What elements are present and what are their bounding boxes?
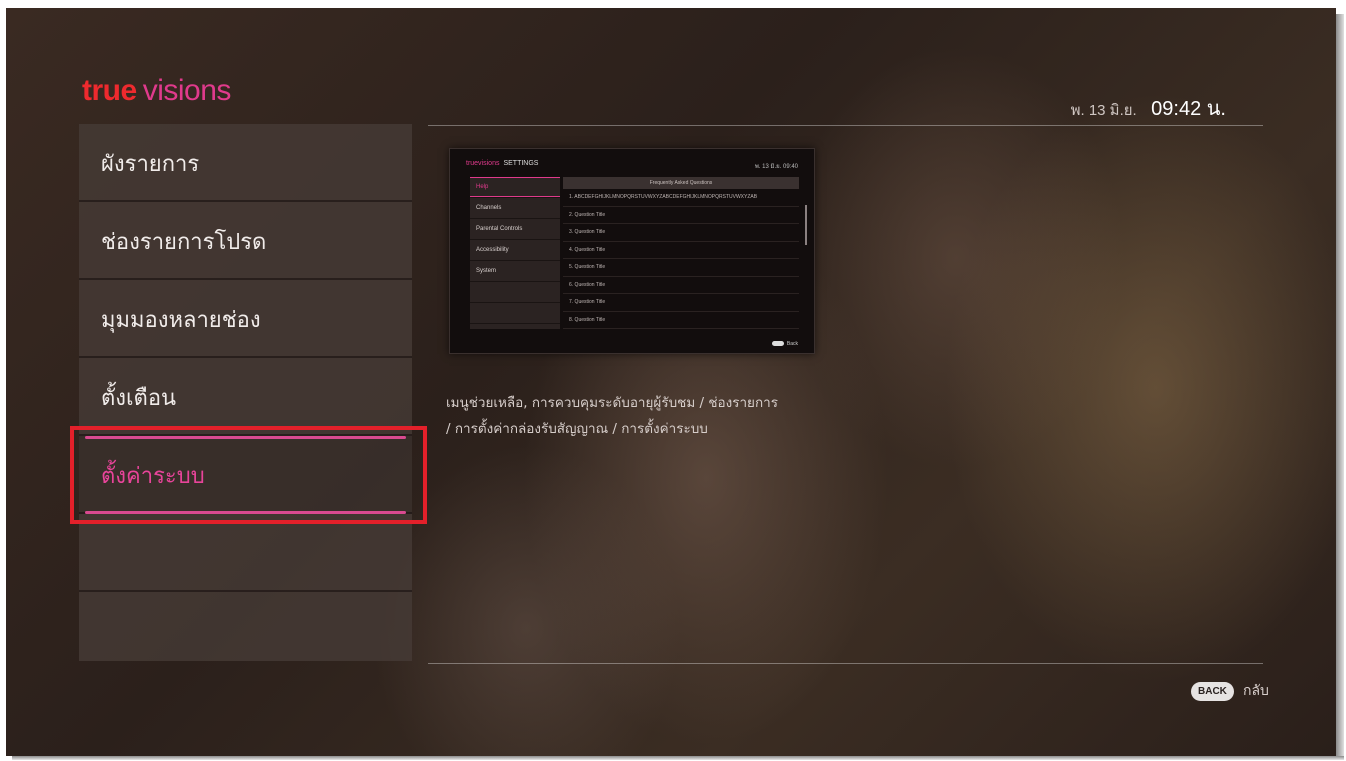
menu-item-label: ช่องรายการโปรด (101, 230, 267, 255)
preview-logo: truevisions SETTINGS (466, 160, 539, 167)
menu-item-label: มุมมองหลายช่อง (101, 308, 261, 333)
frame-shadow-right (1336, 14, 1344, 756)
menu-item-label: ตั้งเตือน (101, 386, 177, 411)
header-divider (428, 125, 1263, 126)
truevisions-logo: true visions (82, 74, 231, 108)
preview-faq-list: Frequently Asked Questions 1. ABCDEFGHIJ… (563, 177, 807, 329)
preview-sidebar-item: Accessibility (470, 240, 560, 261)
logo-visions: visions (142, 74, 232, 107)
date-time: พ. 13 มิ.ย. 09:42 น. (1071, 92, 1226, 124)
frame-shadow-bottom (12, 756, 1344, 760)
preview-section-title: SETTINGS (503, 160, 539, 167)
preview-question: 4. Question Title (563, 242, 799, 259)
settings-preview-thumbnail: truevisions SETTINGS พ. 13 มิ.ย. 09:40 He… (449, 148, 815, 354)
menu-item-empty (79, 514, 412, 592)
preview-sidebar-item: System (470, 261, 560, 282)
preview-sidebar-item: Channels (470, 198, 560, 219)
back-button[interactable]: BACK กลับ (1191, 680, 1269, 702)
footer-divider (428, 663, 1263, 664)
preview-question: 7. Question Title (563, 294, 799, 312)
tv-screen: true visions พ. 13 มิ.ย. 09:42 น. ผังรายก… (6, 8, 1336, 756)
preview-sidebar-item (470, 303, 560, 324)
main-menu: ผังรายการ ช่องรายการโปรด มุมมองหลายช่อง … (79, 124, 412, 661)
preview-header: truevisions SETTINGS พ. 13 มิ.ย. 09:40 (450, 149, 814, 170)
preview-back-pill (771, 341, 784, 347)
menu-item-favorite-channels[interactable]: ช่องรายการโปรด (79, 202, 412, 280)
preview-sidebar: Help Channels Parental Controls Accessib… (470, 177, 560, 329)
back-label: กลับ (1242, 683, 1269, 699)
description-line: / การตั้งค่ากล่องรับสัญญาณ / การตั้งค่าร… (446, 421, 708, 437)
description-line: เมนูช่วยเหลือ, การควบคุมระดับอายุผู้รับช… (446, 395, 778, 411)
preview-question: 8. Question Title (563, 312, 799, 329)
annotation-highlight-box (70, 426, 427, 524)
preview-question: 2. Question Title (563, 207, 799, 224)
preview-sidebar-item: Help (470, 177, 560, 198)
menu-item-label: ผังรายการ (101, 152, 200, 177)
menu-item-program-guide[interactable]: ผังรายการ (79, 124, 412, 202)
menu-item-reminders[interactable]: ตั้งเตือน (79, 358, 412, 436)
menu-item-empty (79, 592, 412, 668)
preview-faq-title: Frequently Asked Questions (563, 177, 799, 189)
preview-sidebar-item: Parental Controls (470, 219, 560, 240)
preview-question: 1. ABCDEFGHIJKLMNOPQRSTUVWXYZABCDEFGHIJK… (563, 189, 799, 207)
menu-item-multi-view[interactable]: มุมมองหลายช่อง (79, 280, 412, 358)
preview-question: 5. Question Title (563, 259, 799, 277)
back-key-icon: BACK (1191, 681, 1234, 701)
preview-question: 3. Question Title (563, 224, 799, 242)
logo-true: true (82, 74, 137, 107)
preview-sidebar-item (470, 282, 560, 303)
current-date: พ. 13 มิ.ย. (1070, 102, 1137, 119)
preview-scrollbar (805, 205, 807, 245)
settings-description: เมนูช่วยเหลือ, การควบคุมระดับอายุผู้รับช… (446, 390, 866, 442)
preview-back-hint: Back (771, 341, 798, 347)
preview-clock: พ. 13 มิ.ย. 09:40 (754, 164, 798, 170)
current-time: 09:42 น. (1151, 98, 1226, 120)
preview-question: 6. Question Title (563, 277, 799, 294)
